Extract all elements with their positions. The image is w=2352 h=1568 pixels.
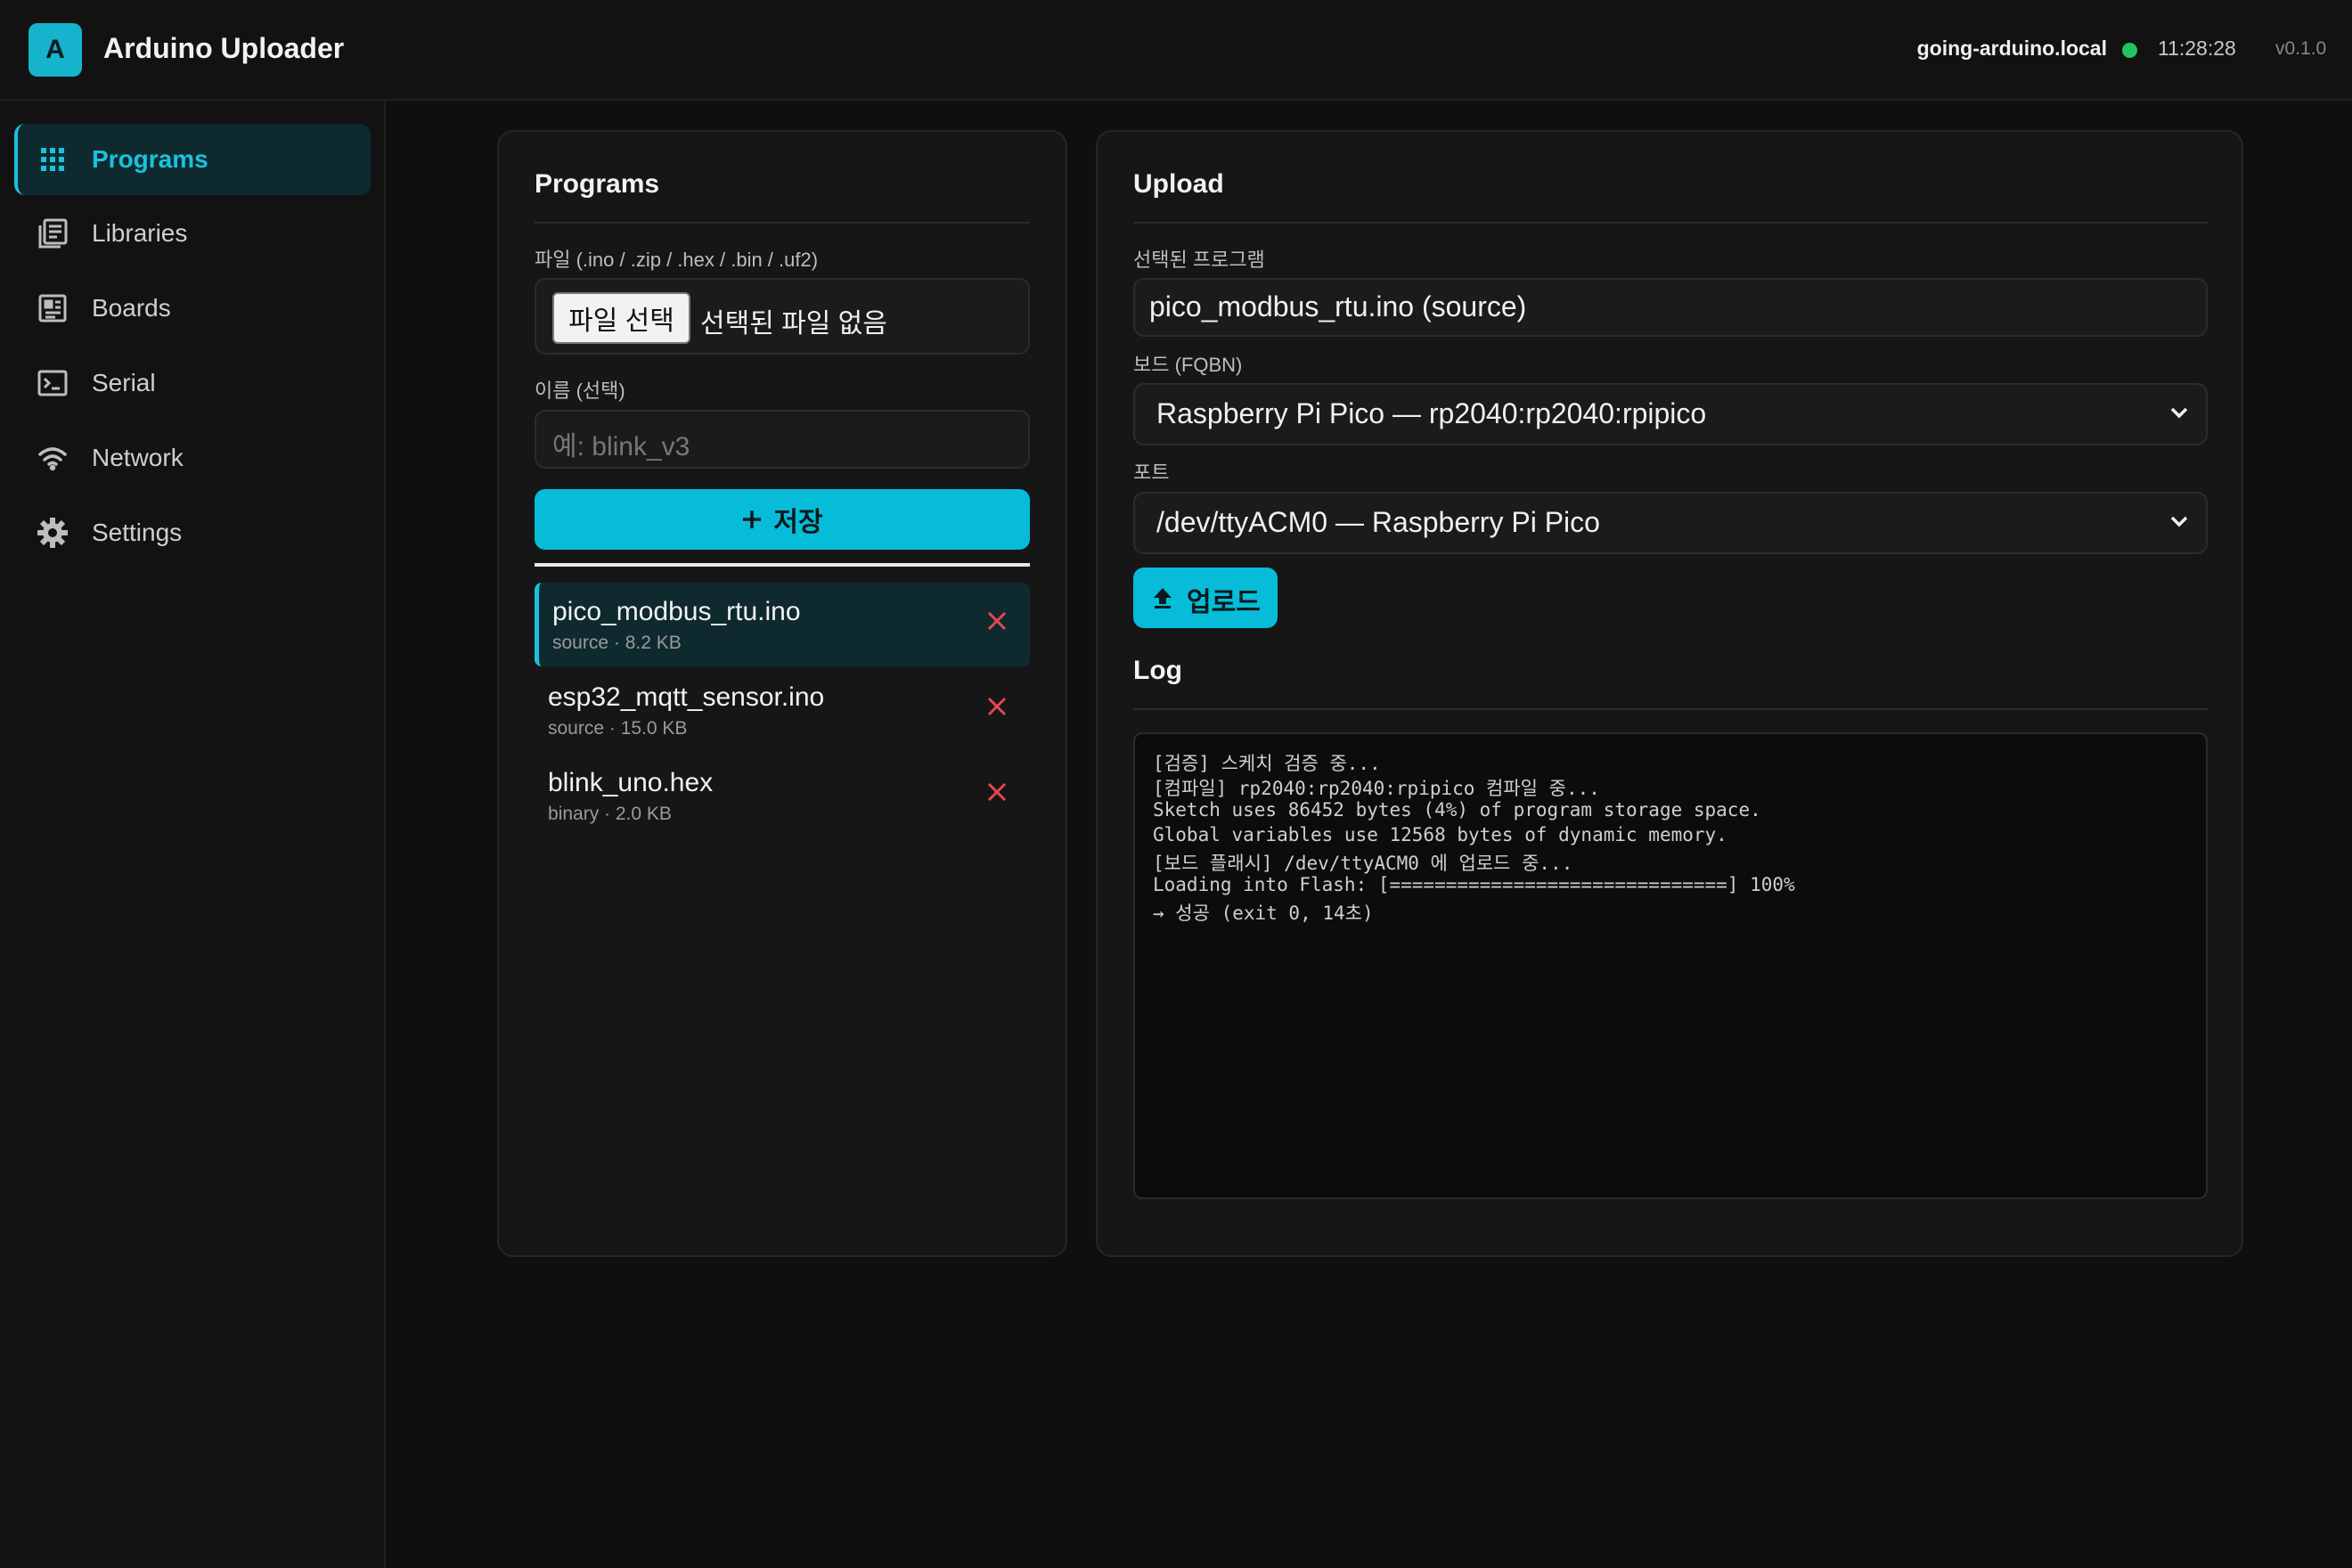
name-input-placeholder: 예: blink_v3 [552, 432, 690, 461]
program-name: pico_modbus_rtu.ino [552, 597, 801, 626]
programs-title: Programs [535, 169, 660, 199]
log-line: → 성공 (exit 0, 14초) [1153, 902, 1374, 924]
list-item[interactable]: pico_modbus_rtu.ino source · 8.2 KB [535, 583, 1030, 666]
log-divider [1133, 708, 2208, 710]
selected-program-label: 선택된 프로그램 [1133, 249, 1265, 271]
sidebar-item-serial[interactable]: Serial [14, 347, 371, 419]
app-logo: A [29, 23, 82, 77]
log-line: Global variables use 12568 bytes of dyna… [1153, 824, 1727, 845]
host-name: going-arduino.local [1916, 37, 2107, 60]
delete-icon[interactable] [984, 693, 1010, 720]
version-label: v0.1.0 [2275, 38, 2327, 59]
sidebar: Programs Libraries Boards Serial Network… [0, 101, 386, 1568]
programs-divider [535, 222, 1030, 224]
board-icon [36, 291, 69, 325]
connection-status-dot [2122, 43, 2137, 58]
board-label: 보드 (FQBN) [1133, 354, 1243, 376]
program-name: esp32_mqtt_sensor.ino [548, 682, 825, 712]
selected-program-field: pico_modbus_rtu.ino (source) [1133, 278, 2208, 337]
sidebar-item-label: Network [92, 444, 184, 471]
port-label: 포트 [1133, 461, 1170, 484]
delete-icon[interactable] [984, 779, 1010, 805]
chevron-down-icon [2170, 406, 2188, 423]
log-line: [보드 플래시] /dev/ttyACM0 에 업로드 중... [1153, 853, 1573, 874]
file-field-label: 파일 (.ino / .zip / .hex / .bin / .uf2) [535, 249, 819, 271]
program-meta: source · 8.2 KB [552, 633, 682, 653]
list-item[interactable]: blink_uno.hex binary · 2.0 KB [535, 754, 1030, 837]
board-select-value: Raspberry Pi Pico — rp2040:rp2040:rpipic… [1156, 397, 1707, 429]
app-header: A Arduino Uploader going-arduino.local 1… [0, 0, 2352, 101]
wifi-icon [36, 441, 69, 475]
sidebar-item-label: Serial [92, 369, 156, 396]
upload-divider [1133, 222, 2208, 224]
program-meta: binary · 2.0 KB [548, 804, 672, 824]
board-select[interactable]: Raspberry Pi Pico — rp2040:rp2040:rpipic… [1133, 383, 2208, 445]
name-input[interactable]: 예: blink_v3 [535, 410, 1030, 469]
program-meta: source · 15.0 KB [548, 718, 688, 739]
app-title: Arduino Uploader [103, 32, 345, 64]
log-title: Log [1133, 656, 1182, 685]
terminal-icon [36, 366, 69, 400]
sidebar-item-label: Boards [92, 294, 171, 322]
sidebar-item-boards[interactable]: Boards [14, 273, 371, 344]
port-select-value: /dev/ttyACM0 — Raspberry Pi Pico [1156, 506, 1600, 538]
save-button[interactable]: 저장 [535, 489, 1030, 550]
upload-title: Upload [1133, 169, 1224, 199]
log-line: Sketch uses 86452 bytes (4%) of program … [1153, 799, 1761, 821]
list-item[interactable]: esp32_mqtt_sensor.ino source · 15.0 KB [535, 668, 1030, 752]
library-icon [36, 216, 69, 250]
delete-icon[interactable] [984, 608, 1010, 634]
plus-icon [741, 509, 763, 530]
clock: 11:28:28 [2158, 37, 2236, 60]
choose-file-button[interactable]: 파일 선택 [552, 292, 690, 344]
log-output[interactable]: [검증] 스케치 검증 중... [컴파일] rp2040:rp2040:rpi… [1133, 732, 2208, 1199]
log-line: Loading into Flash: [===================… [1153, 874, 1795, 895]
chevron-down-icon [2170, 515, 2188, 532]
log-line: [컴파일] rp2040:rp2040:rpipico 컴파일 중... [1153, 778, 1600, 799]
programs-panel: Programs 파일 (.ino / .zip / .hex / .bin /… [497, 130, 1067, 1257]
sidebar-item-settings[interactable]: Settings [14, 497, 371, 568]
file-input[interactable]: 파일 선택 선택된 파일 없음 [535, 278, 1030, 355]
sidebar-item-libraries[interactable]: Libraries [14, 198, 371, 269]
sidebar-item-programs[interactable]: Programs [14, 124, 371, 195]
save-button-label: 저장 [773, 508, 823, 537]
sidebar-item-label: Settings [92, 519, 183, 546]
file-none-text: 선택된 파일 없음 [700, 309, 887, 339]
sidebar-item-label: Programs [92, 145, 208, 173]
gear-icon [36, 516, 69, 550]
upload-button[interactable]: 업로드 [1133, 568, 1278, 628]
log-line: [검증] 스케치 검증 중... [1153, 753, 1381, 774]
port-select[interactable]: /dev/ttyACM0 — Raspberry Pi Pico [1133, 492, 2208, 554]
selected-program-value: pico_modbus_rtu.ino (source) [1149, 290, 1527, 323]
sidebar-item-label: Libraries [92, 219, 188, 247]
list-separator [535, 563, 1030, 567]
upload-panel: Upload 선택된 프로그램 pico_modbus_rtu.ino (sou… [1096, 130, 2243, 1257]
name-field-label: 이름 (선택) [535, 380, 625, 402]
upload-button-label: 업로드 [1187, 588, 1261, 617]
grid-icon [36, 143, 69, 176]
program-name: blink_uno.hex [548, 768, 714, 797]
sidebar-item-network[interactable]: Network [14, 422, 371, 494]
upload-arrow-icon [1153, 587, 1172, 608]
